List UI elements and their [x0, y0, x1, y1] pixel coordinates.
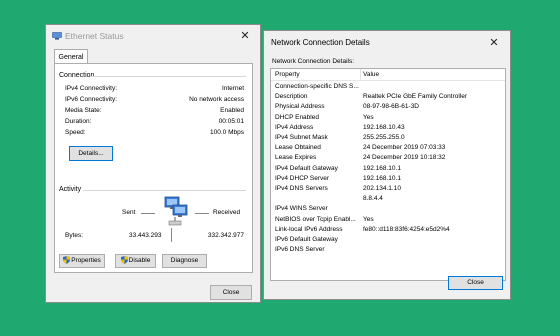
list-item-property: IPv6 DNS Server: [275, 246, 325, 254]
media-state-label: Media State:: [65, 107, 102, 114]
list-item[interactable]: IPv6 Default Gateway: [271, 235, 505, 245]
received-line: [195, 213, 209, 214]
list-item-property: Lease Obtained: [275, 144, 321, 152]
network-adapter-icon: [52, 32, 62, 40]
list-item-value: 24 December 2019 10:18:32: [363, 154, 446, 162]
list-item-property: Physical Address: [275, 103, 325, 111]
duration-value: 00:05:01: [218, 118, 244, 125]
list-header: Property Value: [271, 69, 505, 81]
close-button[interactable]: Close: [448, 276, 503, 290]
list-item[interactable]: Link-local IPv6 Address fe80::d118:83f6:4…: [271, 225, 505, 235]
list-item[interactable]: IPv4 DNS Servers 202.134.1.10: [271, 184, 505, 194]
disable-button[interactable]: Disable: [115, 254, 156, 268]
connection-details-window: Network Connection Details ✕ Network Con…: [263, 30, 511, 300]
speed-label: Speed:: [65, 129, 86, 136]
list-item-property: Connection-specific DNS S...: [275, 83, 359, 90]
ipv6-connectivity-value: No network access: [189, 96, 244, 103]
bytes-label: Bytes:: [65, 232, 84, 239]
list-item-value: 192.168.10.43: [363, 123, 405, 131]
property-column-header[interactable]: Property: [275, 71, 300, 78]
list-item[interactable]: Physical Address 08-97-98-6B-61-3D: [271, 102, 505, 112]
list-item-value: 192.168.10.1: [363, 174, 401, 182]
bytes-separator: [171, 228, 172, 242]
speed-value: 100.0 Mbps: [210, 129, 244, 136]
list-item-property: IPv4 DHCP Server: [275, 174, 330, 182]
list-item-property: IPv4 WINS Server: [275, 205, 328, 213]
details-button[interactable]: Details...: [69, 146, 113, 161]
properties-button-label: Properties: [71, 257, 101, 264]
list-item[interactable]: Lease Expires 24 December 2019 10:18:32: [271, 153, 505, 163]
list-item[interactable]: IPv4 WINS Server: [271, 204, 505, 214]
diagnose-button[interactable]: Diagnose: [162, 254, 207, 268]
list-item-value: 255.255.255.0: [363, 134, 405, 141]
ethernet-status-window: Ethernet Status ✕ General Connection IPv…: [45, 24, 261, 303]
uac-shield-icon: [120, 256, 128, 265]
bytes-sent-value: 33.443.293: [129, 232, 162, 239]
general-panel: Connection IPv4 Connectivity: Internet I…: [54, 63, 253, 273]
list-item-value: 192.168.10.1: [363, 164, 401, 172]
list-item[interactable]: Lease Obtained 24 December 2019 07:03:33: [271, 143, 505, 153]
list-item-value: 08-97-98-6B-61-3D: [363, 103, 420, 111]
close-icon[interactable]: ✕: [236, 28, 254, 44]
duration-label: Duration:: [65, 118, 92, 125]
list-item-property: Lease Expires: [275, 154, 317, 162]
list-item-property: IPv6 Default Gateway: [275, 236, 338, 243]
value-column-header[interactable]: Value: [363, 71, 379, 78]
properties-button[interactable]: Properties: [59, 254, 105, 268]
ipv6-connectivity-label: IPv6 Connectivity:: [65, 96, 118, 103]
list-item[interactable]: IPv4 Default Gateway 192.168.10.1: [271, 164, 505, 174]
disable-button-label: Disable: [128, 257, 151, 264]
ethernet-status-titlebar[interactable]: Ethernet Status ✕: [46, 25, 260, 49]
connection-divider: [90, 76, 246, 77]
list-item-property: DHCP Enabled: [275, 113, 319, 121]
media-state-value: Enabled: [220, 107, 244, 114]
list-item[interactable]: Description Realtek PCIe GbE Family Contr…: [271, 92, 505, 102]
list-item-property: Description: [275, 93, 308, 101]
list-item[interactable]: IPv4 Address 192.168.10.43: [271, 123, 505, 133]
list-item[interactable]: IPv4 Subnet Mask 255.255.255.0: [271, 133, 505, 143]
list-item-value: fe80::d118:83f6:4254:e5d2%4: [363, 225, 450, 233]
window-title: Network Connection Details: [271, 38, 370, 47]
list-item[interactable]: 8.8.4.4: [271, 194, 505, 204]
details-heading: Network Connection Details:: [272, 58, 355, 65]
sent-line: [141, 213, 155, 214]
list-item-value: 8.8.4.4: [363, 195, 383, 203]
list-item[interactable]: NetBIOS over Tcpip Enabl... Yes: [271, 215, 505, 225]
connection-details-titlebar[interactable]: Network Connection Details ✕: [264, 31, 510, 55]
list-item-property: NetBIOS over Tcpip Enabl...: [275, 215, 356, 223]
ipv4-connectivity-label: IPv4 Connectivity:: [65, 85, 118, 92]
sent-label: Sent: [122, 209, 136, 216]
received-label: Received: [213, 209, 241, 216]
list-item[interactable]: DHCP Enabled Yes: [271, 113, 505, 123]
uac-shield-icon: [63, 256, 71, 265]
list-item-property: IPv4 Address: [275, 123, 314, 131]
list-item-property: Link-local IPv6 Address: [275, 225, 343, 233]
list-item-property: IPv4 Default Gateway: [275, 164, 338, 172]
list-item-value: 202.134.1.10: [363, 185, 401, 192]
close-icon[interactable]: ✕: [485, 35, 503, 51]
ipv4-connectivity-value: Internet: [221, 85, 244, 92]
list-item-value: 24 December 2019 07:03:33: [363, 144, 446, 152]
list-item-property: IPv4 DNS Servers: [275, 185, 328, 192]
list-item-value: Yes: [363, 113, 374, 121]
list-item[interactable]: Connection-specific DNS S...: [271, 82, 505, 92]
activity-divider: [83, 190, 246, 191]
network-computers-icon: [164, 196, 188, 226]
list-item[interactable]: IPv4 DHCP Server 192.168.10.1: [271, 174, 505, 184]
activity-section-label: Activity: [59, 186, 82, 193]
window-title: Ethernet Status: [65, 31, 124, 41]
list-item[interactable]: IPv6 DNS Server: [271, 245, 505, 255]
details-list[interactable]: Property Value Connection-specific DNS S…: [270, 68, 506, 281]
bytes-received-value: 332.342.977: [207, 232, 244, 239]
list-item-property: IPv4 Subnet Mask: [275, 134, 328, 141]
list-item-value: Realtek PCIe GbE Family Controller: [363, 93, 468, 101]
column-separator[interactable]: [360, 69, 361, 80]
list-item-value: Yes: [363, 215, 374, 223]
close-button[interactable]: Close: [210, 285, 252, 300]
